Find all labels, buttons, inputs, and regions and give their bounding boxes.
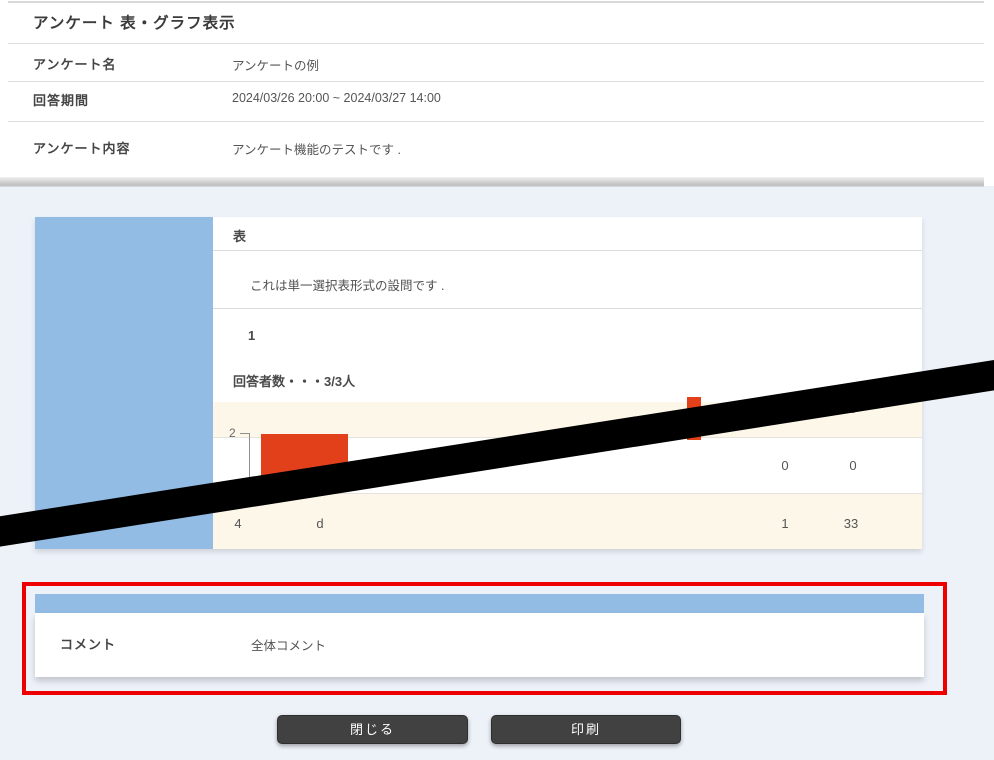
comment-label: コメント	[60, 634, 116, 653]
result-cell: 1	[774, 516, 796, 531]
question-number: 1	[248, 328, 255, 343]
top-border-line	[8, 1, 984, 3]
survey-results-page: アンケート 表・グラフ表示 アンケート名 アンケートの例 回答期間 2024/0…	[0, 0, 994, 760]
result-cell: 0	[774, 458, 796, 473]
question-type-header: 表	[233, 226, 246, 245]
divider	[213, 308, 922, 309]
page-title: アンケート 表・グラフ表示	[33, 11, 236, 33]
print-button[interactable]: 印刷	[491, 715, 681, 744]
meta-value-survey-content: アンケート機能のテストです .	[232, 139, 401, 158]
respondents-count: 回答者数・・・3/3人	[233, 371, 355, 390]
comment-header-bar	[35, 594, 924, 613]
comment-value: 全体コメント	[251, 635, 326, 654]
meta-label-survey-name: アンケート名	[33, 54, 116, 73]
question-description: これは単一選択表形式の設問です .	[250, 275, 444, 294]
result-cell-num: 4	[227, 516, 249, 531]
close-button[interactable]: 閉じる	[277, 715, 468, 744]
meta-label-survey-content: アンケート内容	[33, 138, 130, 157]
result-cell-option: d	[309, 516, 331, 531]
meta-value-survey-name: アンケートの例	[232, 55, 319, 74]
comment-highlight-box: コメント 全体コメント	[22, 582, 947, 695]
result-cell: 0	[842, 458, 864, 473]
chart-axis-line	[249, 433, 250, 482]
result-cell: 33	[840, 516, 862, 531]
divider	[213, 250, 922, 251]
comment-card	[35, 613, 924, 677]
meta-label-answer-period: 回答期間	[33, 90, 89, 109]
divider	[8, 81, 984, 82]
divider	[8, 43, 984, 44]
meta-value-answer-period: 2024/03/26 20:00 ~ 2024/03/27 14:00	[232, 91, 441, 105]
chart-axis-tick-label: 2	[229, 426, 236, 440]
divider	[8, 121, 984, 122]
section-divider	[0, 177, 984, 187]
